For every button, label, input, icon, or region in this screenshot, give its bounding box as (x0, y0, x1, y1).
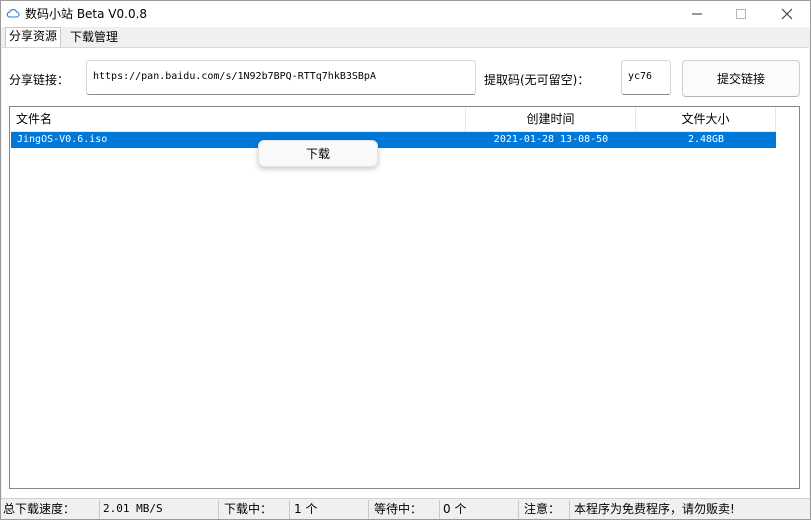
close-button[interactable] (765, 1, 809, 26)
tab-share-resources[interactable]: 分享资源 (5, 27, 62, 47)
row-created-time: 2021-01-28 13-08-50 (493, 134, 609, 145)
tab-strip (1, 27, 810, 47)
tab-download-manager[interactable]: 下载管理 (66, 28, 122, 47)
total-speed-label: 总下载速度： (1, 500, 100, 519)
waiting-count: 0 个 (441, 500, 519, 519)
note-text: 本程序为免费程序，请勿贩卖! (574, 502, 735, 516)
downloading-label: 下载中： (222, 500, 290, 519)
column-header-filename[interactable]: 文件名 (11, 108, 466, 132)
column-header-size[interactable]: 文件大小 (636, 108, 776, 132)
maximize-icon (736, 8, 746, 19)
row-filename: JingOS-V0.6.iso (17, 134, 108, 145)
context-menu-download[interactable]: 下载 (258, 140, 378, 167)
total-speed-value: 2.01 MB/S (101, 500, 219, 519)
share-link-input[interactable]: https://pan.baidu.com/s/1N92b7BPQ-RTTq7h… (86, 60, 476, 95)
downloading-count: 1 个 (292, 500, 369, 519)
row-file-size: 2.48GB (687, 134, 725, 145)
column-header-created[interactable]: 创建时间 (466, 108, 636, 132)
maximize-button[interactable] (719, 1, 763, 26)
extract-code-label: 提取码(无可留空)： (484, 73, 590, 87)
share-link-label: 分享链接： (9, 73, 70, 87)
close-icon (781, 8, 793, 19)
minimize-button[interactable] (675, 1, 719, 26)
submit-link-button[interactable]: 提交链接 (682, 60, 800, 97)
note-label: 注意： (522, 500, 570, 519)
file-list[interactable] (9, 106, 800, 489)
waiting-label: 等待中： (372, 500, 440, 519)
extract-code-input[interactable]: yc76 (621, 60, 671, 95)
window-title: 数码小站 Beta V0.0.8 (25, 7, 148, 21)
cloud-icon (6, 9, 20, 18)
minimize-icon (692, 13, 702, 14)
